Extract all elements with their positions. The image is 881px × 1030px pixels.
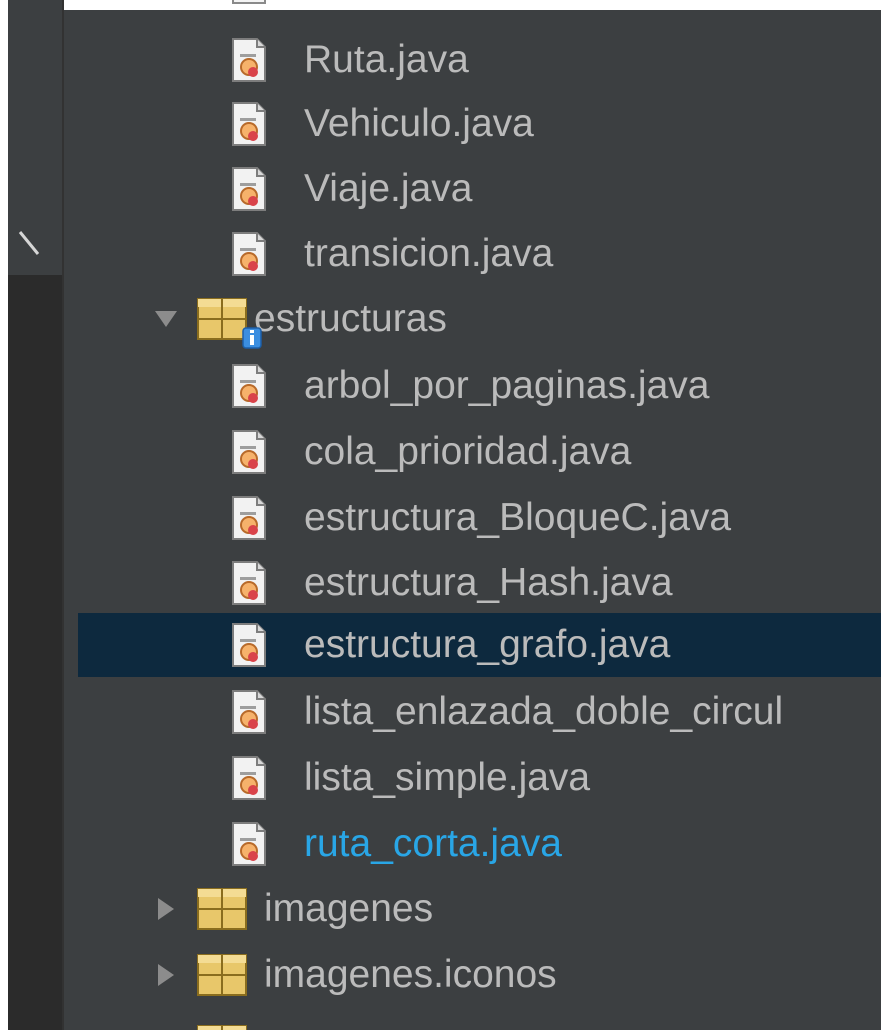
tree-file-row[interactable]: arbol_por_paginas.java xyxy=(78,354,881,418)
package-icon xyxy=(196,1024,248,1030)
java-file-icon xyxy=(232,430,266,474)
file-label: Ruta.java xyxy=(304,38,469,81)
java-file-icon xyxy=(232,561,266,605)
file-label: estructura_grafo.java xyxy=(304,623,671,666)
tree-file-row[interactable]: lista_simple.java xyxy=(78,746,881,810)
tree-package-row-partial xyxy=(78,1014,881,1030)
tree-file-row[interactable]: Viaje.java xyxy=(78,157,881,221)
java-file-icon xyxy=(232,167,266,211)
tree-row-partial xyxy=(78,0,881,14)
tree-file-row[interactable]: transicion.java xyxy=(78,222,881,286)
file-label: estructura_Hash.java xyxy=(304,561,673,604)
tree-package-row[interactable]: estructuras xyxy=(78,287,881,351)
java-file-icon xyxy=(232,102,266,146)
java-file-icon xyxy=(232,822,266,866)
package-label: imagenes xyxy=(264,887,434,930)
expand-arrow-down-icon[interactable] xyxy=(152,305,180,333)
java-file-icon xyxy=(232,364,266,408)
tree-file-row[interactable]: estructura_BloqueC.java xyxy=(78,486,881,550)
window-left-edge xyxy=(0,0,8,1030)
file-label: Vehiculo.java xyxy=(304,102,534,145)
java-file-icon xyxy=(232,756,266,800)
tree-file-row[interactable]: cola_prioridad.java xyxy=(78,420,881,484)
tree-file-row[interactable]: Vehiculo.java xyxy=(78,92,881,156)
package-icon xyxy=(196,953,248,997)
side-panel-header xyxy=(8,0,62,275)
project-tree: Ruta.java Vehiculo.java Viaje.java trans… xyxy=(64,0,881,1030)
tree-package-row[interactable]: imagenes xyxy=(78,877,881,941)
file-label-modified: ruta_corta.java xyxy=(304,822,562,865)
tree-file-row-selected[interactable]: estructura_grafo.java xyxy=(78,613,881,677)
file-label: lista_simple.java xyxy=(304,756,591,799)
file-label: lista_enlazada_doble_circul xyxy=(304,690,784,733)
package-label: estructuras xyxy=(254,297,447,340)
package-label: imagenes.iconos xyxy=(264,953,557,996)
expand-arrow-right-icon[interactable] xyxy=(152,895,180,923)
tree-package-row[interactable]: imagenes.iconos xyxy=(78,943,881,1007)
java-file-icon xyxy=(232,38,266,82)
expand-arrow-right-icon[interactable] xyxy=(152,961,180,989)
java-file-icon xyxy=(232,690,266,734)
file-label: cola_prioridad.java xyxy=(304,430,632,473)
collapse-icon[interactable] xyxy=(18,228,42,258)
package-icon xyxy=(196,887,248,931)
info-badge-icon xyxy=(242,327,262,349)
tree-file-row[interactable]: ruta_corta.java xyxy=(78,812,881,876)
java-file-icon xyxy=(232,623,266,667)
tree-file-row[interactable]: Ruta.java xyxy=(78,28,881,92)
java-file-icon xyxy=(232,232,266,276)
tree-file-row[interactable]: lista_enlazada_doble_circul xyxy=(78,680,881,744)
package-icon xyxy=(196,297,262,349)
file-label: arbol_por_paginas.java xyxy=(304,364,710,407)
file-label: Viaje.java xyxy=(304,167,473,210)
file-label: estructura_BloqueC.java xyxy=(304,496,732,539)
java-file-icon xyxy=(232,0,266,4)
tree-file-row[interactable]: estructura_Hash.java xyxy=(78,551,881,615)
file-label: transicion.java xyxy=(304,232,554,275)
java-file-icon xyxy=(232,496,266,540)
